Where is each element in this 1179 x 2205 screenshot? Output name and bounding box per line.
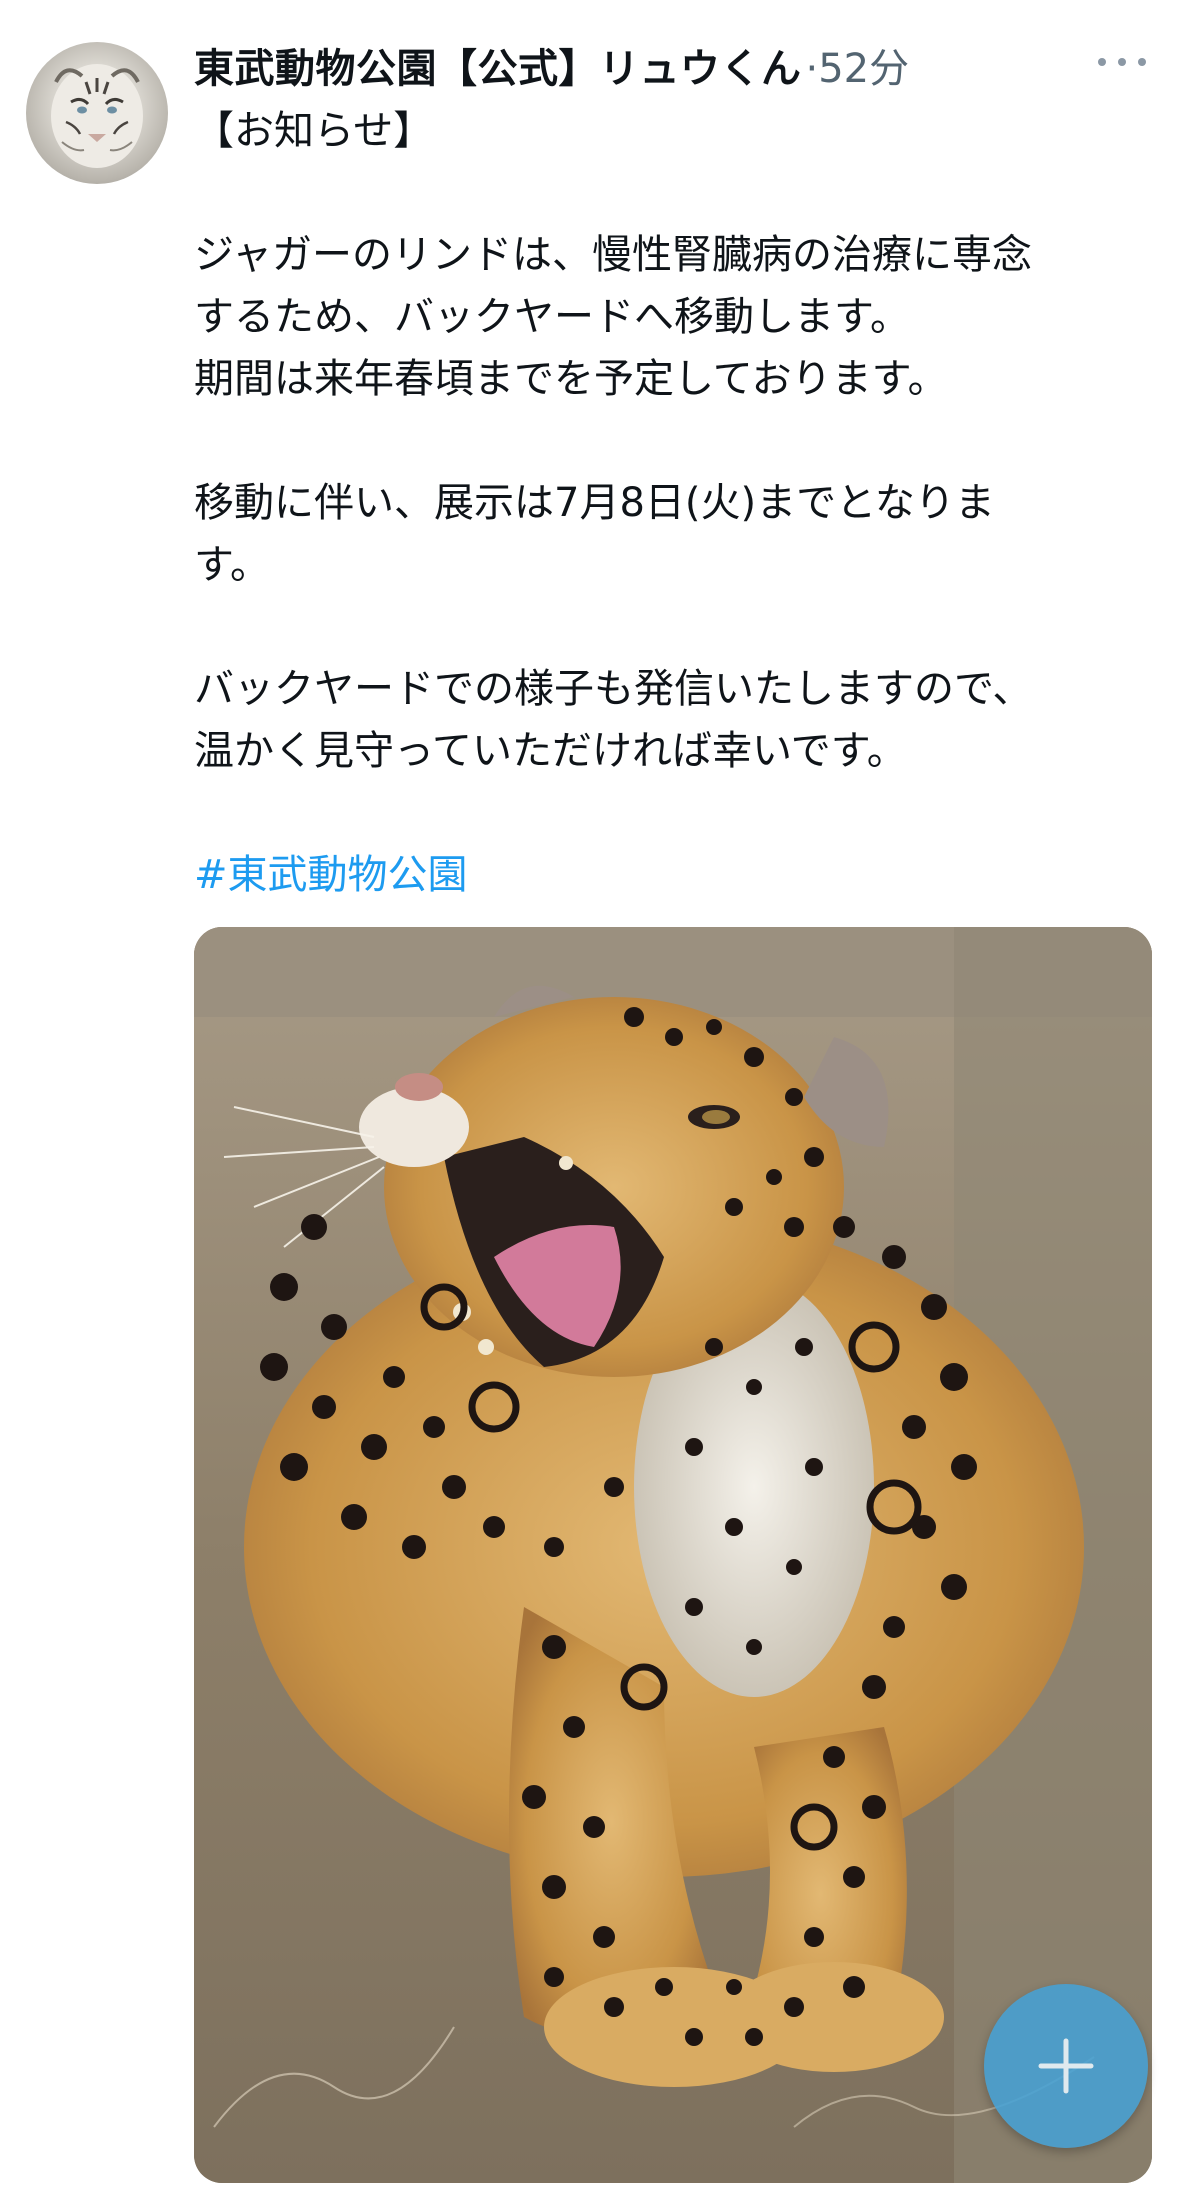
timestamp[interactable]: ·52分: [806, 36, 910, 94]
text-line: 温かく見守っていただければ幸いです。: [194, 728, 907, 774]
tweet-header: 東武動物公園【公式】リュウくん ·52分: [194, 38, 909, 92]
display-name[interactable]: 東武動物公園【公式】リュウくん: [194, 36, 802, 94]
bottom-divider: [0, 2183, 1179, 2205]
jaguar-photo-icon: [194, 927, 1152, 2183]
more-dots-icon[interactable]: [1098, 50, 1146, 74]
compose-button[interactable]: [984, 1984, 1148, 2148]
text-line: ジャガーのリンドは、慢性腎臓病の治療に専念: [194, 232, 1032, 278]
text-line: 【お知らせ】: [194, 108, 434, 154]
tweet[interactable]: 東武動物公園【公式】リュウくん ·52分 【お知らせ】 ジャガーのリンドは、慢性…: [0, 0, 1179, 2205]
text-line: するため、バックヤードへ移動します。: [194, 294, 910, 340]
text-line: バックヤードでの様子も発信いたしますので、: [194, 666, 1033, 712]
text-line: 移動に伴い、展示は7月8日(火)までとなりま: [194, 480, 995, 526]
white-tiger-avatar-icon: [51, 64, 143, 168]
text-line: す。: [194, 542, 270, 588]
hashtag-link[interactable]: #東武動物公園: [194, 844, 1154, 906]
tweet-text: 【お知らせ】 ジャガーのリンドは、慢性腎臓病の治療に専念 するため、バックヤード…: [194, 100, 1154, 906]
avatar[interactable]: [26, 42, 168, 184]
tweet-photo[interactable]: [194, 927, 1152, 2183]
text-line: 期間は来年春頃までを予定しております。: [194, 356, 948, 402]
plus-icon: [1038, 2038, 1094, 2094]
